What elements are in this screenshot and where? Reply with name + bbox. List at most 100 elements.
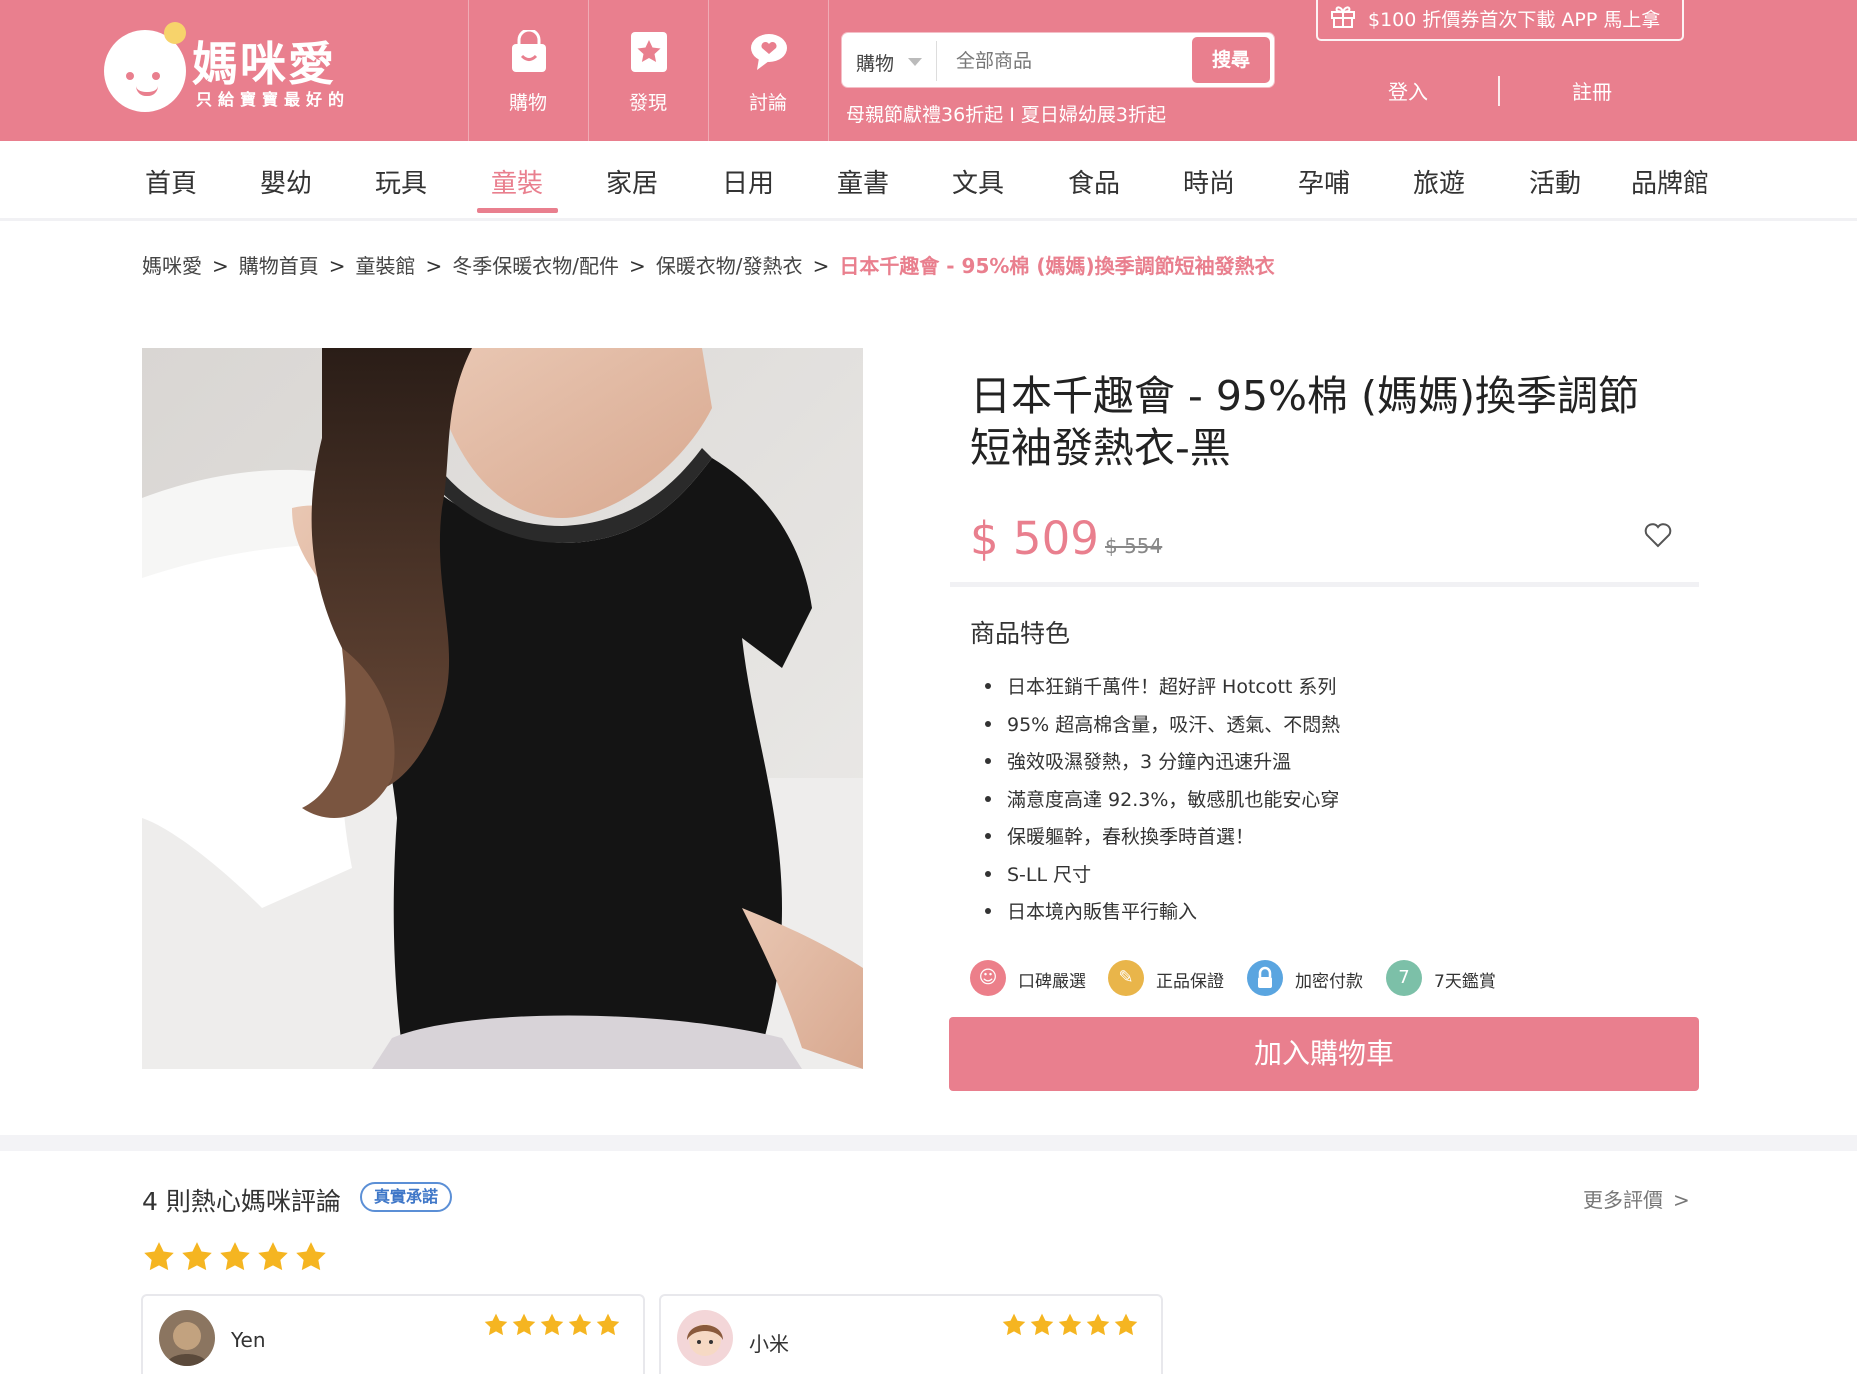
feature-item: 日本境內販售平行輸入 (985, 897, 1340, 935)
discover-star-icon (631, 32, 667, 72)
category-maternity[interactable]: 孕哺 (1298, 163, 1350, 200)
category-baby[interactable]: 嬰幼 (260, 163, 312, 200)
register-link[interactable]: 註冊 (1572, 76, 1612, 105)
feature-item: 95% 超高棉含量，吸汗、透氣、不悶熱 (985, 710, 1340, 748)
chevron-right-icon: > (629, 254, 646, 278)
star-icon (484, 1313, 508, 1336)
category-brands[interactable]: 品牌館 (1631, 163, 1709, 200)
feature-item: S-LL 尺寸 (985, 860, 1340, 898)
logo-subtitle: 只給寶寶最好的 (196, 90, 351, 109)
category-food[interactable]: 食品 (1068, 163, 1120, 200)
chevron-right-icon: > (812, 254, 830, 278)
chevron-right-icon: > (1673, 1188, 1690, 1212)
category-books[interactable]: 童書 (837, 163, 889, 200)
feature-item: 日本狂銷千萬件！超好評 Hotcott 系列 (985, 672, 1340, 710)
search-category-select[interactable]: 購物 (856, 49, 894, 76)
badge-label: 口碑嚴選 (1018, 972, 1086, 992)
smile-face-icon: ☺ (970, 960, 1006, 996)
nav-discussion-label: 討論 (748, 92, 787, 114)
star-icon (1058, 1313, 1082, 1336)
header-nav: 購物 發現 討論 (468, 0, 829, 141)
chevron-down-icon (908, 58, 922, 66)
login-link[interactable]: 登入 (1388, 76, 1428, 105)
divider (950, 582, 1699, 587)
category-kids-clothing[interactable]: 童裝 (491, 163, 543, 200)
category-nav: 首頁 嬰幼 玩具 童裝 家居 日用 童書 文具 食品 時尚 孕哺 旅遊 活動 品… (0, 141, 1857, 221)
breadcrumb-item[interactable]: 冬季保暖衣物/配件 (452, 250, 619, 279)
breadcrumb-item[interactable]: 保暖衣物/發熱衣 (656, 250, 803, 279)
nav-shopping-label: 購物 (508, 92, 547, 114)
category-daily[interactable]: 日用 (722, 163, 774, 200)
features-list: 日本狂銷千萬件！超好評 Hotcott 系列 95% 超高棉含量，吸汗、透氣、不… (985, 672, 1340, 935)
product-image[interactable] (142, 348, 863, 1069)
nav-discussion-button[interactable]: 討論 (709, 0, 829, 141)
star-icon (596, 1313, 620, 1336)
star-icon (568, 1313, 592, 1336)
search-bar: 購物 搜尋 (842, 33, 1274, 87)
star-icon (1114, 1313, 1138, 1336)
breadcrumb-current: 日本千趣會 - 95%棉 (媽媽)換季調節短袖發熱衣 (839, 254, 1275, 278)
add-to-cart-button[interactable]: 加入購物車 (949, 1017, 1699, 1091)
reviewer-name: 小米 (749, 1332, 789, 1356)
genuine-promise-badge: 真實承諾 (360, 1182, 453, 1212)
heart-icon[interactable] (1644, 522, 1672, 548)
gift-icon (1331, 6, 1355, 28)
badge-label: 7天鑑賞 (1434, 972, 1496, 992)
badge-label: 正品保證 (1156, 972, 1224, 992)
feature-item: 保暖軀幹，春秋換季時首選！ (985, 822, 1340, 860)
category-toys[interactable]: 玩具 (375, 163, 427, 200)
star-icon (144, 1242, 174, 1271)
certificate-icon: ✎ (1108, 960, 1144, 996)
breadcrumb: 媽咪愛 > 購物首頁 > 童裝館 > 冬季保暖衣物/配件 > 保暖衣物/發熱衣 > 日本千趣會 - … (142, 250, 1275, 279)
star-icon (182, 1242, 212, 1271)
shopping-bag-icon (512, 30, 546, 72)
star-icon (512, 1313, 536, 1336)
logo-title: 媽咪愛 (192, 37, 336, 91)
active-category-underline (477, 208, 558, 213)
star-icon (1030, 1313, 1054, 1336)
product-photo-illustration (142, 348, 863, 1069)
product-original-price: $ 554 (1105, 534, 1163, 558)
category-home[interactable]: 首頁 (145, 163, 197, 200)
more-reviews-link[interactable]: 更多評價 > (1583, 1184, 1690, 1213)
review-stars (483, 1312, 623, 1342)
star-icon (1086, 1313, 1110, 1336)
review-card[interactable]: 小米 (659, 1294, 1163, 1374)
search-button[interactable]: 搜尋 (1192, 37, 1270, 83)
avatar (677, 1310, 733, 1366)
features-heading: 商品特色 (970, 619, 1071, 648)
category-travel[interactable]: 旅遊 (1413, 163, 1465, 200)
reviewer-name: Yen (231, 1328, 266, 1352)
search-input[interactable] (956, 45, 1146, 77)
category-home-living[interactable]: 家居 (606, 163, 658, 200)
coupon-text: $100 折價券首次下載 APP 馬上拿 (1368, 9, 1661, 31)
app-coupon-banner[interactable]: $100 折價券首次下載 APP 馬上拿 (1316, 0, 1684, 41)
star-icon (296, 1242, 326, 1271)
chevron-right-icon: > (425, 254, 443, 278)
nav-discover-button[interactable]: 發現 (589, 0, 709, 141)
star-icon (258, 1242, 288, 1271)
star-icon (540, 1313, 564, 1336)
chevron-right-icon: > (212, 254, 229, 278)
reviews-heading: 4 則熱心媽咪評論 (142, 1187, 341, 1216)
site-header: 媽咪愛 只給寶寶最好的 購物 發現 討論 購物 全部商品 搜尋 母親節獻禮36折… (0, 0, 1857, 141)
auth-links: 登入 註冊 (1316, 76, 1684, 106)
chat-heart-icon (751, 34, 787, 70)
category-fashion[interactable]: 時尚 (1183, 163, 1235, 200)
breadcrumb-item[interactable]: 童裝館 (356, 250, 416, 279)
product-price: $ 509 (970, 512, 1099, 565)
feature-item: 滿意度高達 92.3%，敏感肌也能安心穿 (985, 785, 1340, 823)
category-events[interactable]: 活動 (1529, 163, 1581, 200)
breadcrumb-item[interactable]: 購物首頁 (239, 250, 319, 279)
category-stationery[interactable]: 文具 (952, 163, 1004, 200)
review-stars (1001, 1312, 1141, 1342)
site-logo[interactable]: 媽咪愛 只給寶寶最好的 (104, 22, 364, 112)
more-reviews-label: 更多評價 (1583, 1188, 1663, 1212)
lock-icon (1247, 960, 1283, 996)
chevron-right-icon: > (328, 254, 346, 278)
review-card[interactable]: Yen (141, 1294, 645, 1374)
promo-text[interactable]: 母親節獻禮36折起 I 夏日婦幼展3折起 (846, 100, 1166, 127)
avatar (159, 1310, 215, 1366)
breadcrumb-item[interactable]: 媽咪愛 (142, 250, 202, 279)
nav-shopping-button[interactable]: 購物 (469, 0, 589, 141)
